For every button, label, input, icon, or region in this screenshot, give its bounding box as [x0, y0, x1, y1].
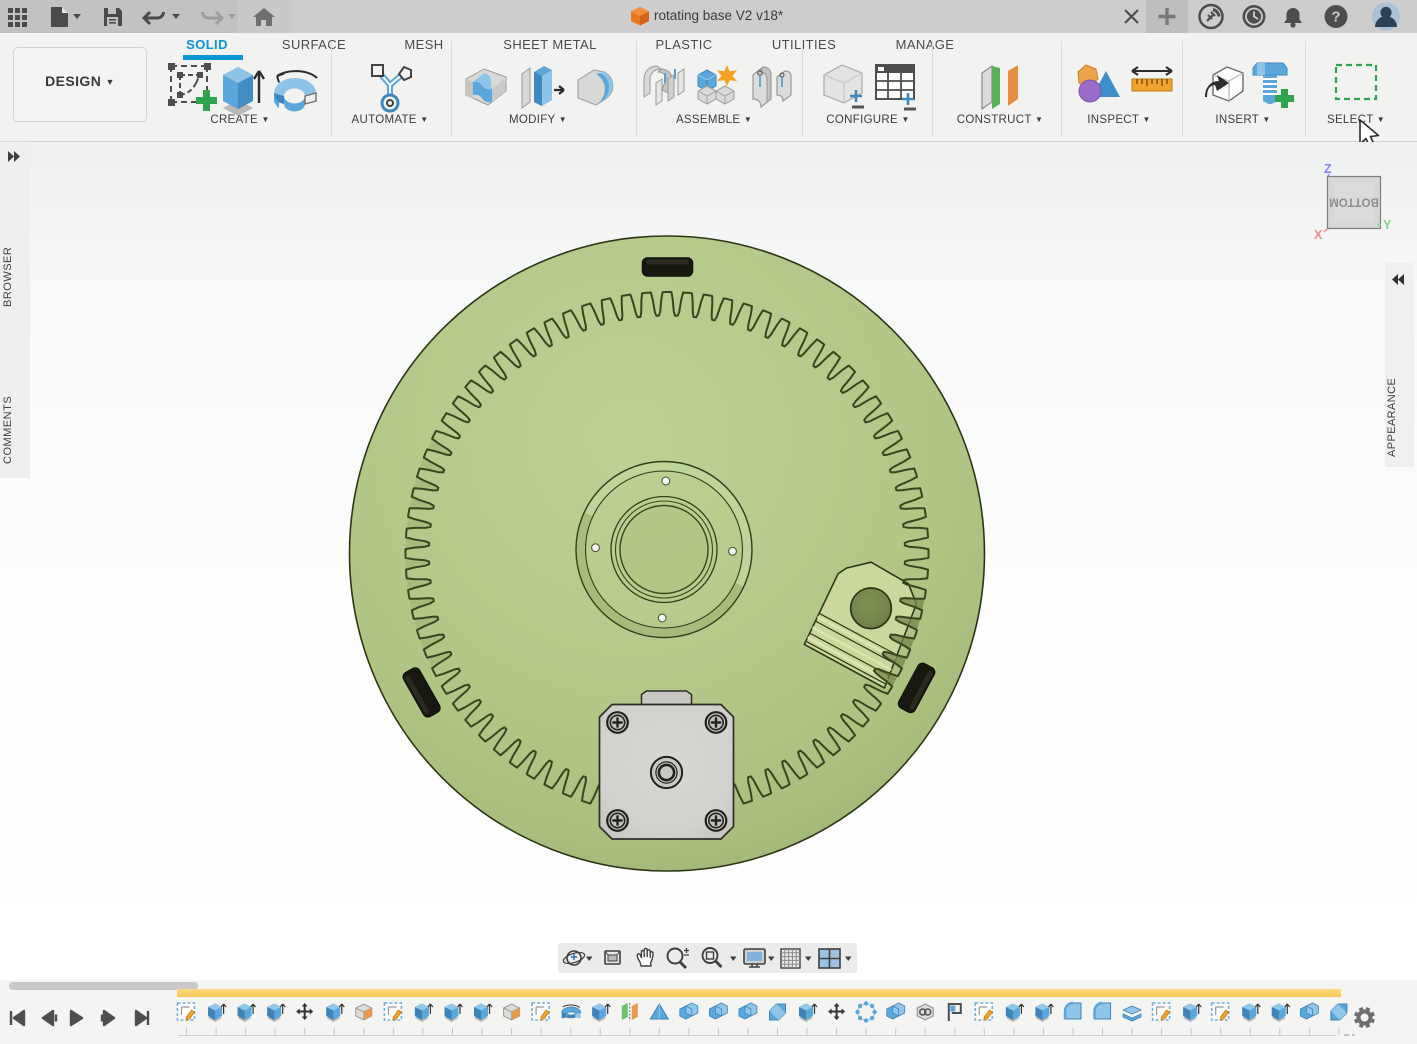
svg-text:BOTTOM: BOTTOM	[1329, 196, 1379, 208]
svg-text:?: ?	[1331, 9, 1340, 26]
svg-text:Z: Z	[1324, 162, 1332, 176]
svg-text:X: X	[1314, 228, 1323, 242]
svg-text:Y: Y	[1383, 218, 1392, 232]
